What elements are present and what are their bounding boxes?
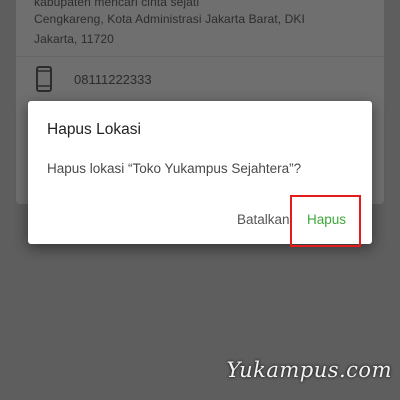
cancel-button[interactable]: Batalkan — [237, 212, 290, 227]
dialog-title: Hapus Lokasi — [47, 121, 141, 138]
delete-button-highlight — [290, 195, 361, 247]
divider — [16, 56, 384, 57]
address-line: Cengkareng, Kota Administrasi Jakarta Ba… — [34, 12, 305, 26]
watermark: Yukampus.com — [226, 358, 392, 382]
address-line: Jakarta, 11720 — [34, 32, 114, 46]
phone-icon — [36, 66, 52, 92]
dialog-message: Hapus lokasi “Toko Yukampus Sejahtera”? — [47, 161, 302, 176]
phone-number: 08111222333 — [74, 72, 152, 87]
address-line: kabupaten mencari cinta sejati — [34, 0, 200, 9]
